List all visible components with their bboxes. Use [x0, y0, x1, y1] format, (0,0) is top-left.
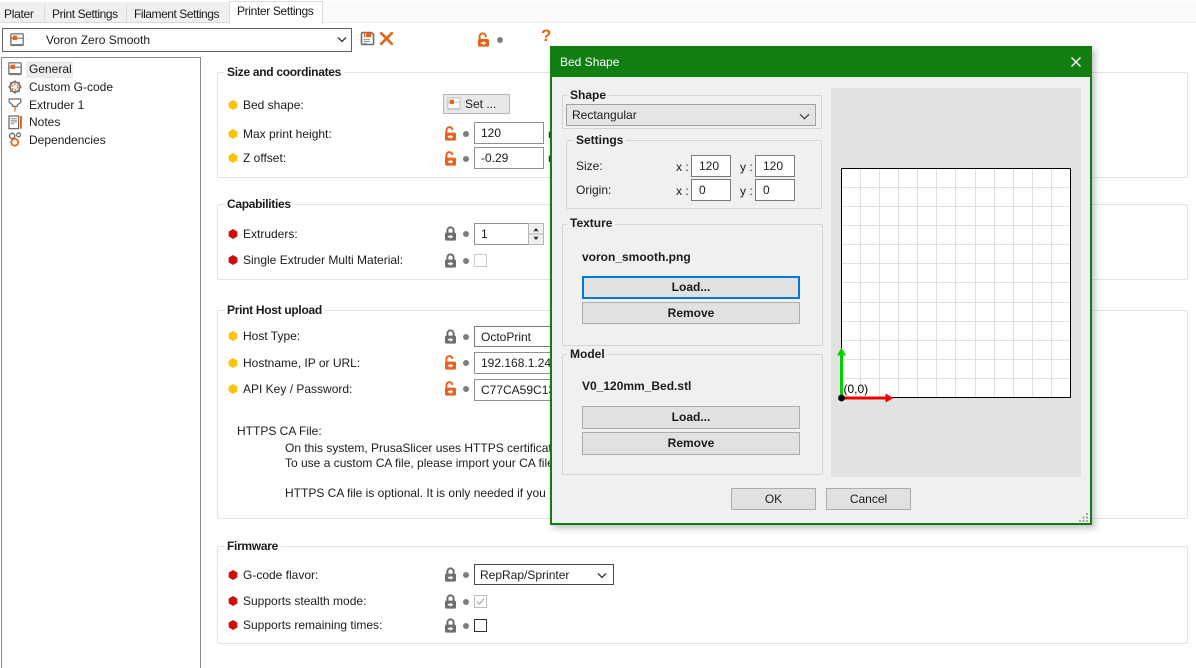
svg-text:(0,0): (0,0)	[844, 382, 869, 396]
